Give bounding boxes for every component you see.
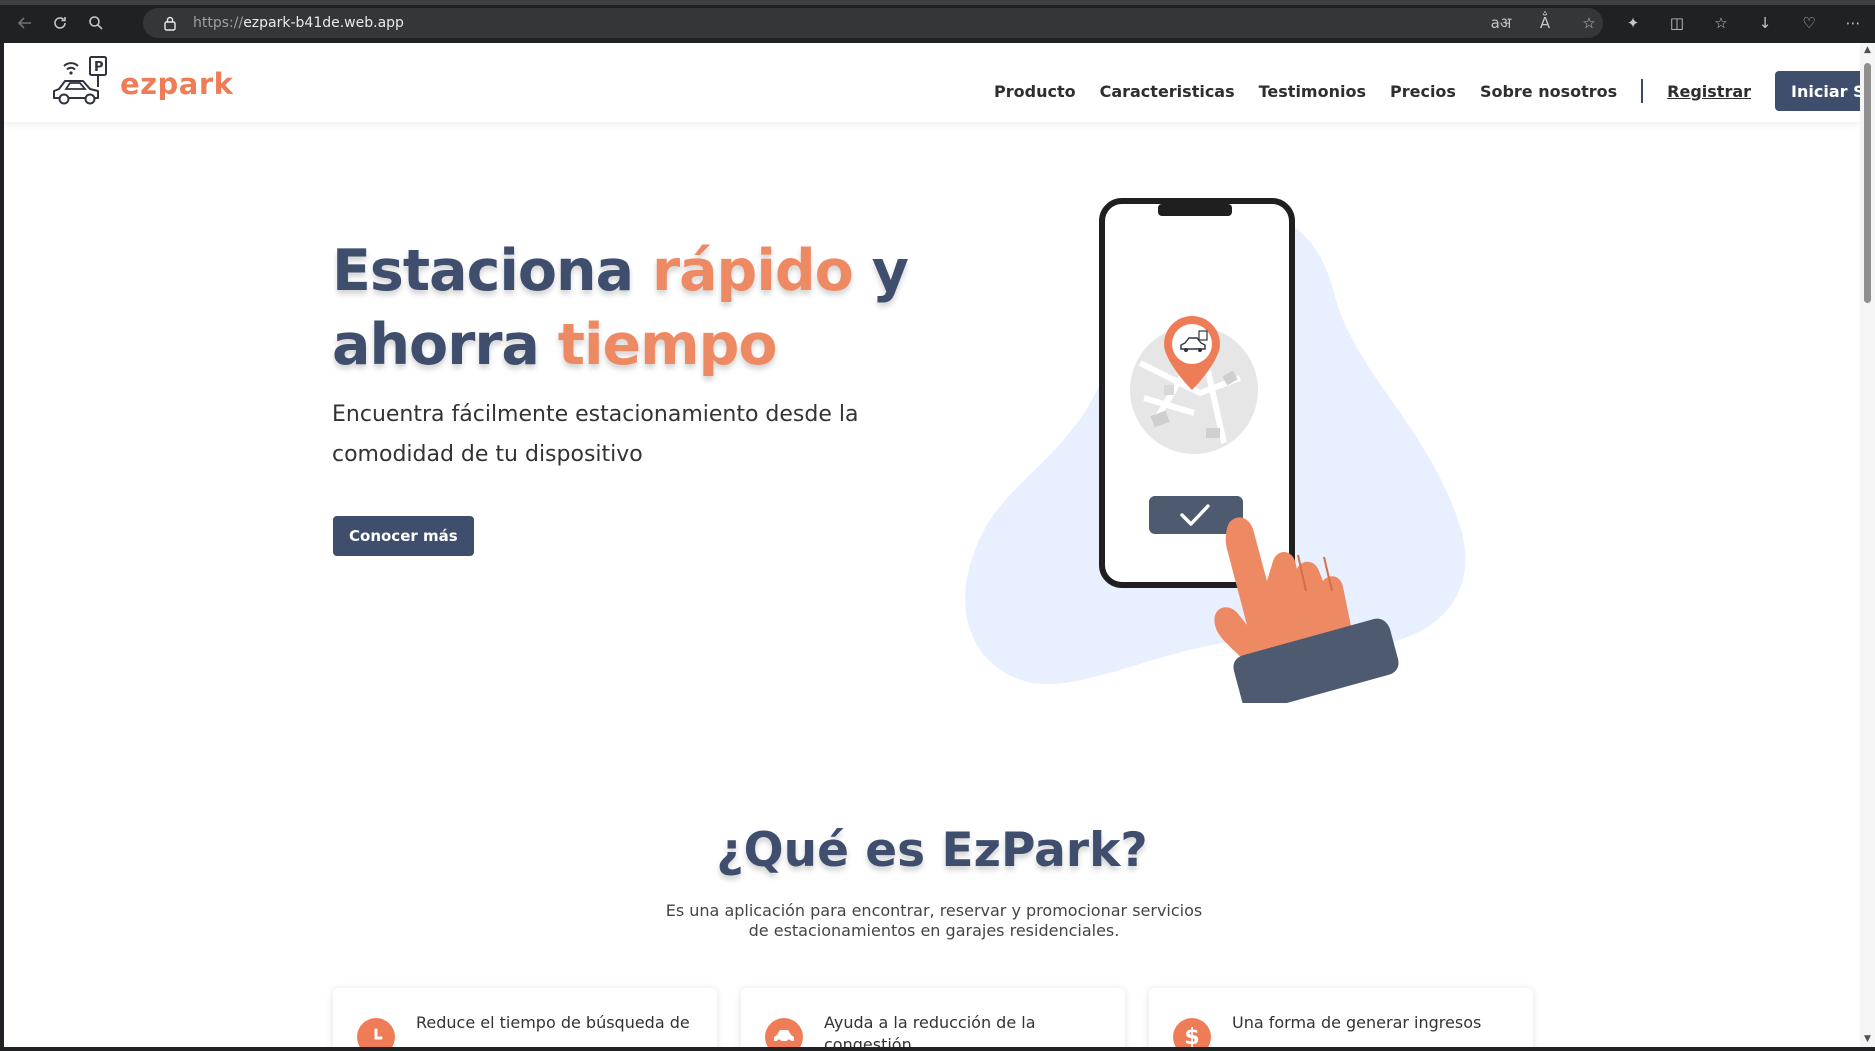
car-icon (765, 1018, 803, 1047)
split-screen-icon[interactable]: ◫ (1655, 10, 1699, 36)
dollar-icon: $ (1173, 1018, 1211, 1047)
about-title: ¿Qué es EzPark? (716, 823, 1148, 878)
hero-title-accent-tiempo: tiempo (557, 312, 778, 378)
register-link[interactable]: Registrar (1667, 82, 1751, 101)
car-parking-logo-icon: P (50, 54, 114, 114)
url-host: ezpark-b41de.web.app (243, 15, 404, 31)
extensions-icon[interactable]: ✦ (1611, 10, 1655, 36)
nav-link-producto[interactable]: Producto (994, 82, 1076, 101)
logo[interactable]: P ezpark (50, 54, 233, 114)
page-scrollbar[interactable]: ▲ ▼ (1860, 43, 1875, 1047)
url-scheme: https:// (193, 15, 244, 31)
downloads-icon[interactable]: ↓ (1743, 10, 1787, 36)
page-viewport: P ezpark Producto Caracteristicas Testim… (4, 43, 1860, 1047)
logo-text: ezpark (120, 67, 234, 101)
nav-link-testimonios[interactable]: Testimonios (1259, 82, 1366, 101)
favorites-icon[interactable]: ☆ (1699, 10, 1743, 36)
feature-card-text: Una forma de generar ingresos (1232, 1013, 1482, 1032)
learn-more-button[interactable]: Conocer más (333, 516, 474, 556)
nav-link-sobre-nosotros[interactable]: Sobre nosotros (1480, 82, 1617, 101)
hero-title: Estaciona rápido y ahorra tiempo (332, 234, 932, 382)
browser-essentials-icon[interactable]: ♡ (1787, 10, 1831, 36)
feature-card: $ Una forma de generar ingresos (1149, 988, 1533, 1047)
more-menu-icon[interactable]: ⋯ (1831, 10, 1875, 36)
clock-icon (357, 1018, 395, 1047)
favorite-star-icon[interactable]: ☆ (1567, 10, 1611, 36)
browser-toolbar: https://ezpark-b41de.web.app aअ A̐ ☆ ✦ ◫… (0, 0, 1875, 43)
scroll-up-icon[interactable]: ▲ (1862, 45, 1873, 56)
feature-card: Reduce el tiempo de búsqueda de (333, 988, 717, 1047)
tab-strip-edge (0, 0, 1875, 5)
nav-link-precios[interactable]: Precios (1390, 82, 1456, 101)
main-nav: Producto Caracteristicas Testimonios Pre… (994, 71, 1860, 111)
browser-actions: aअ A̐ ☆ ✦ ◫ ☆ ↓ ♡ ⋯ (1479, 10, 1875, 36)
login-button[interactable]: Iniciar Sesión (1775, 71, 1860, 111)
nav-divider (1641, 79, 1644, 103)
phone-hand-illustration (954, 173, 1524, 712)
translate-icon[interactable]: aअ (1479, 10, 1523, 36)
feature-card-text: Reduce el tiempo de búsqueda de (416, 1013, 690, 1032)
site-header: P ezpark Producto Caracteristicas Testim… (4, 43, 1860, 122)
about-description: Es una aplicación para encontrar, reserv… (665, 901, 1203, 940)
feature-card-text: Ayuda a la reducción de la congestión (824, 1013, 1036, 1047)
scroll-down-icon[interactable]: ▼ (1862, 1034, 1873, 1045)
scrollbar-thumb[interactable] (1864, 63, 1871, 303)
nav-link-caracteristicas[interactable]: Caracteristicas (1100, 82, 1235, 101)
feature-card: Ayuda a la reducción de la congestión (741, 988, 1125, 1047)
address-bar[interactable]: https://ezpark-b41de.web.app (143, 8, 1603, 38)
search-icon[interactable] (83, 10, 109, 36)
lock-icon[interactable] (161, 14, 179, 32)
svg-text:P: P (94, 60, 104, 75)
read-aloud-icon[interactable]: A̐ (1523, 10, 1567, 36)
hero-title-accent-rapido: rápido (651, 238, 854, 304)
hero-title-part1: Estaciona (332, 238, 652, 304)
back-icon[interactable] (12, 10, 38, 36)
reload-icon[interactable] (47, 10, 73, 36)
hero-subtitle: Encuentra fácilmente estacionamiento des… (332, 402, 859, 467)
